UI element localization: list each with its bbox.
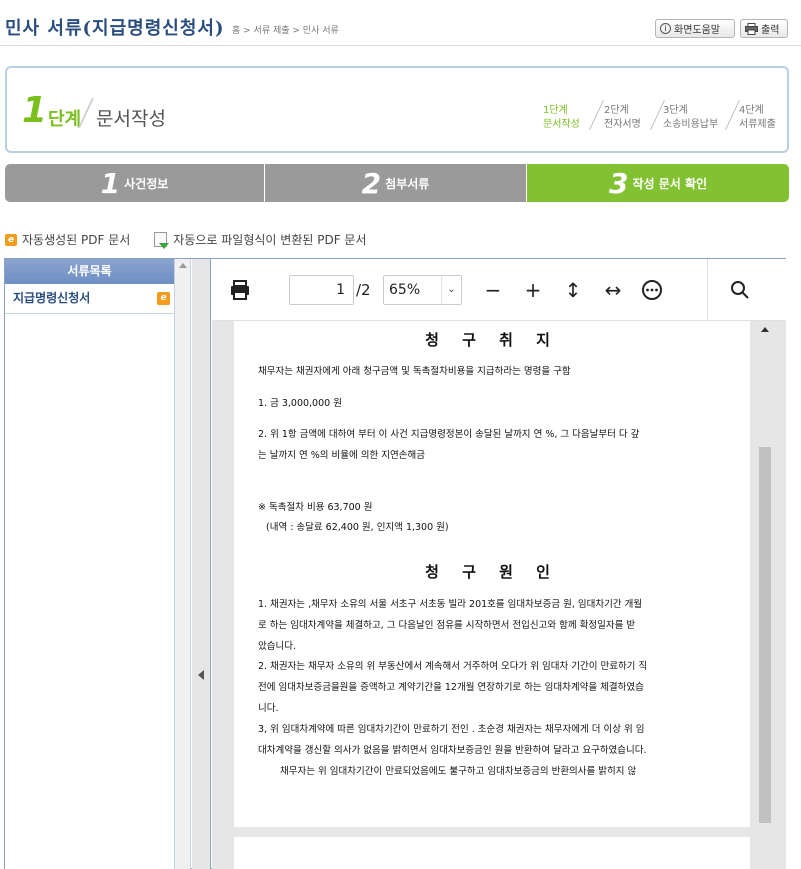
printer-icon[interactable] [229,279,251,301]
mini-step-label: 문서작성 [543,119,580,130]
fit-height-icon[interactable]: ↕ [560,277,586,303]
legend-converted-pdf: 자동으로 파일형식이 변환된 PDF 문서 [173,233,367,247]
tab-document-review[interactable]: 3 작성 문서 확인 [527,164,789,202]
printer-icon [745,22,758,35]
mini-step-num: 3단계 [663,105,688,116]
document-list-header: 서류목록 [5,259,174,284]
mini-step-3: 3단계 소송비용납부 [663,104,718,132]
document-list-item[interactable]: 지급명령신청서 e [5,284,174,314]
collapse-arrow-icon[interactable] [198,670,204,680]
doc-paragraph: ※ 독촉절차 비용 63,700 원 [258,502,373,513]
more-icon[interactable] [640,278,664,302]
doc-paragraph: 니다. [258,703,279,714]
claim-purpose-heading: 청 구 취 지 [425,331,559,349]
mini-step-4: 4단계 서류제출 [739,104,776,132]
doc-paragraph: 1. 채권자는 ,채무자 소유의 서울 서초구 서초동 빌라 201호를 임대차… [258,599,643,610]
mini-step-num: 4단계 [739,105,764,116]
step-indicator: 1 단계 문서작성 1단계 문서작성 2단계 전자서명 3단계 소송비용납부 4… [5,66,789,153]
converted-file-icon [154,232,170,249]
doc-paragraph: 1. 금 3,000,000 원 [258,398,342,409]
search-icon[interactable] [729,279,751,301]
doc-paragraph: 로 하는 임대차계약을 체결하고, 그 다음날인 점유를 시작하면서 전입신고와… [258,620,636,631]
toolbar-divider [707,259,708,321]
step-number: 1 [22,90,48,131]
doc-paragraph: 전에 임대차보증금을원을 증액하고 계약기간을 12개월 연장하기로 하는 임대… [258,682,644,693]
page-total: /2 [356,281,371,299]
mini-step-label: 소송비용납부 [663,119,719,130]
page-header: 민사 서류(지급명령신청서) 홈 > 서류 제출 > 민사 서류 i 화면도움말… [0,0,801,46]
pdf-icon: e [5,233,17,246]
mini-step-2: 2단계 전자서명 [604,104,641,132]
fit-width-icon[interactable]: ↔ [600,277,626,303]
tab-label: 첨부서류 [385,176,430,191]
minus-icon[interactable]: − [480,277,506,303]
page-title: 민사 서류(지급명령신청서) [5,18,225,39]
step-title: 문서작성 [96,108,166,130]
mini-step-num: 2단계 [604,105,629,116]
zoom-value: 65% [389,282,421,298]
breadcrumb: 홈 > 서류 제출 > 민사 서류 [232,26,339,36]
panel-splitter[interactable] [192,259,211,869]
tab-number: 2 [361,166,382,200]
mini-step-divider [589,100,604,130]
pdf-scrollbar[interactable] [757,321,773,869]
tab-case-info[interactable]: 1 사건정보 [5,164,265,202]
zoom-select[interactable]: 65% ⌄ [383,275,462,305]
document-viewer: 서류목록 지급명령신청서 e 1 /2 65% ⌄ − + ↕ ↔ 청 구 취 … [4,258,786,869]
tab-attachments[interactable]: 2 첨부서류 [265,164,527,202]
info-icon: i [660,23,671,34]
pdf-page: 청 구 취 지 채무자는 채권자에게 아래 청구금액 및 독촉절차비용을 지급하… [234,321,750,827]
doc-paragraph: 대차계약을 갱신할 의사가 없음을 밝히면서 임대차보증금인 원을 반환하여 달… [258,745,647,756]
mini-step-num: 1단계 [543,105,568,116]
step-unit: 단계 [48,109,82,130]
legend-auto-pdf: 자동생성된 PDF 문서 [22,233,131,247]
mini-step-1: 1단계 문서작성 [543,104,580,132]
tab-label: 작성 문서 확인 [632,176,708,191]
plus-icon[interactable]: + [520,277,546,303]
document-list-item-label: 지급명령신청서 [13,291,91,305]
scrollbar-thumb[interactable] [759,447,771,823]
print-button[interactable]: 출력 [740,19,788,38]
pdf-viewer: 1 /2 65% ⌄ − + ↕ ↔ 청 구 취 지 채무자는 채권자에게 아래… [212,259,786,869]
scroll-up-icon[interactable] [761,327,769,332]
mini-step-label: 전자서명 [604,119,641,130]
scroll-up-icon[interactable] [179,263,187,268]
mini-step-divider [725,100,740,130]
doc-paragraph: 는 날까지 연 %의 비율에 의한 지연손해금 [258,450,425,461]
document-list-scrollbar[interactable] [175,259,191,869]
document-list-panel: 서류목록 지급명령신청서 e [5,259,175,869]
chevron-down-icon: ⌄ [441,276,461,304]
pdf-page [234,837,750,869]
pdf-icon: e [157,292,170,305]
claim-cause-heading: 청 구 원 인 [425,563,559,581]
doc-paragraph: 2. 위 1항 금액에 대하여 부터 이 사건 지급명령정본이 송달된 날까지 … [258,429,640,440]
legend: e 자동생성된 PDF 문서 자동으로 파일형식이 변환된 PDF 문서 [5,231,367,249]
tab-number: 1 [100,166,121,200]
doc-paragraph: 채무자는 채권자에게 아래 청구금액 및 독촉절차비용을 지급하라는 명령을 구… [258,366,571,377]
doc-paragraph: 았습니다. [258,641,296,652]
doc-paragraph: (내역 : 송달료 62,400 원, 인지액 1,300 원) [266,522,449,533]
doc-paragraph: 2. 채권자는 채무자 소유의 위 부동산에서 계속해서 거주하여 오다가 위 … [258,661,648,672]
doc-paragraph: 채무자는 위 임대차기간이 만료되었음에도 불구하고 임대차보증금의 반환의사를… [280,766,637,777]
print-button-label: 출력 [761,25,780,36]
step-tabs: 1 사건정보 2 첨부서류 3 작성 문서 확인 [5,164,789,202]
page-number-input[interactable]: 1 [289,275,354,305]
mini-step-label: 서류제출 [739,119,776,130]
help-button[interactable]: i 화면도움말 [655,19,735,38]
pdf-toolbar: 1 /2 65% ⌄ − + ↕ ↔ [212,259,786,321]
help-button-label: 화면도움말 [674,25,720,36]
doc-paragraph: 3, 위 임대차계약에 따른 임대차기간이 만료하기 전인 . 초순경 채권자는… [258,724,645,735]
tab-label: 사건정보 [124,176,169,191]
tab-number: 3 [608,166,629,200]
